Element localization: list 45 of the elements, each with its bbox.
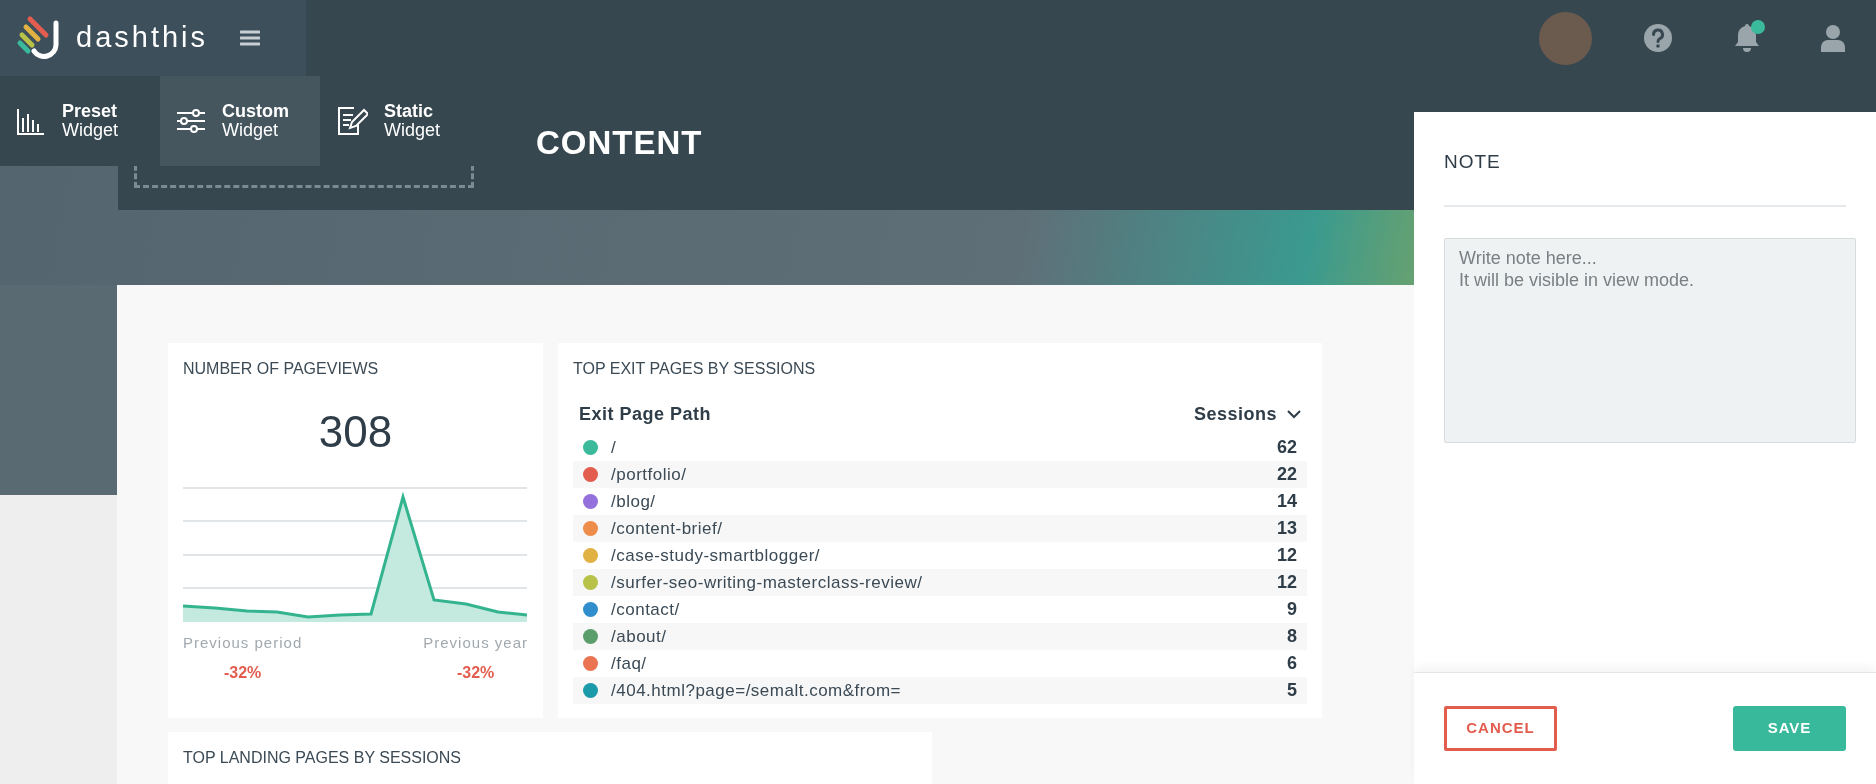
table-cell-text: /404.html?page=/semalt.com&from= [611, 679, 902, 702]
bar-chart-icon [16, 106, 46, 136]
table-cell-text: 22 [1276, 463, 1297, 486]
sliders-icon [176, 106, 206, 136]
table-cell-text: /blog/ [611, 490, 656, 513]
help-icon[interactable] [1644, 24, 1672, 52]
section-title: CONTENT [536, 123, 703, 164]
widget-tab[interactable]: Custom Widget [160, 76, 320, 166]
card-title: TOP LANDING PAGES BY SESSIONS [183, 748, 463, 768]
table-cell-text: / [611, 436, 617, 459]
table-cell-text: /faq/ [611, 652, 647, 675]
table-cell-text: 14 [1276, 490, 1297, 513]
table-cell-text: 9 [1287, 598, 1297, 621]
table-cell-text: 12 [1276, 571, 1297, 594]
metric-value: 308 [317, 406, 394, 458]
table-cell-text: /portfolio/ [611, 463, 687, 486]
table-cell-text: 13 [1276, 517, 1297, 540]
card-title: TOP EXIT PAGES BY SESSIONS [573, 359, 817, 379]
comparison-change: -32% [456, 662, 495, 683]
cancel-button[interactable]: CANCEL [1444, 706, 1557, 751]
table-cell-text: 12 [1276, 544, 1297, 567]
table-cell-text: 5 [1287, 679, 1297, 702]
card-title: NUMBER OF PAGEVIEWS [183, 359, 380, 379]
comparison-change: -32% [223, 662, 262, 683]
table-cell-text: /content-brief/ [611, 517, 723, 540]
chevron-down-icon[interactable] [1287, 410, 1301, 419]
note-field[interactable]: Write note here... It will be visible in view mode. [1444, 237, 1856, 443]
document-pencil-icon [336, 106, 368, 136]
panel-title: NOTE [1444, 150, 1502, 174]
column-header[interactable]: Sessions [1193, 401, 1277, 428]
comparison-label: Previous year [423, 633, 528, 653]
brand-name: dashthis [76, 20, 208, 56]
table-cell-text: /surfer-seo-writing-masterclass-review/ [611, 571, 923, 594]
table-cell-text: 8 [1287, 625, 1297, 648]
table-cell-text: /about/ [611, 625, 667, 648]
user-icon[interactable] [1821, 24, 1845, 52]
table-cell-text: 6 [1287, 652, 1297, 675]
comparison-label: Previous period [183, 633, 303, 653]
menu-icon[interactable] [240, 30, 260, 46]
table-cell-text: 62 [1276, 436, 1297, 459]
table-cell-text: /case-study-smartblogger/ [611, 544, 821, 567]
column-header: Exit Page Path [579, 403, 712, 426]
table-cell-text: /contact/ [611, 598, 680, 621]
logo-icon [16, 15, 62, 61]
bell-icon[interactable] [1733, 22, 1761, 54]
